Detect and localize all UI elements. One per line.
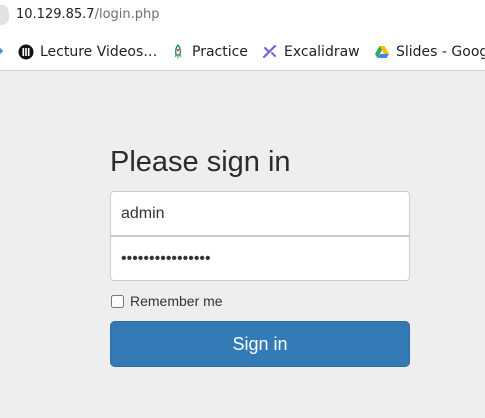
- sign-in-button[interactable]: Sign in: [110, 321, 410, 367]
- url-text[interactable]: 10.129.85.7/login.php: [16, 7, 160, 22]
- password-input[interactable]: [110, 236, 410, 281]
- url-path: /login.php: [94, 7, 160, 22]
- lecture-videos-icon: [18, 44, 34, 60]
- bookmark-excalidraw[interactable]: Excalidraw: [262, 42, 360, 62]
- bookmarks-bar: Lecture Videos… Practice Excalidraw Slid…: [0, 32, 485, 71]
- page-title: Please sign in: [110, 146, 291, 178]
- remember-me-checkbox[interactable]: [111, 294, 124, 308]
- address-bar[interactable]: 10.129.85.7/login.php: [0, 0, 485, 32]
- bookmark-label: Lecture Videos…: [40, 44, 158, 60]
- remember-me-label: Remember me: [130, 293, 223, 309]
- bookmark-slides[interactable]: Slides - Goog: [374, 42, 485, 62]
- excalidraw-icon: [262, 44, 278, 60]
- bookmark-label: Practice: [192, 44, 248, 60]
- username-input[interactable]: [110, 191, 410, 236]
- remember-me-option[interactable]: Remember me: [110, 293, 223, 309]
- google-drive-icon: [374, 44, 390, 60]
- rocket-icon: [170, 44, 186, 60]
- bookmark-overflow-icon[interactable]: [0, 46, 4, 56]
- site-info-icon[interactable]: [0, 5, 9, 25]
- bookmark-lecture-videos[interactable]: Lecture Videos…: [18, 42, 157, 62]
- bookmark-practice[interactable]: Practice: [170, 42, 248, 62]
- bookmark-label: Slides - Goog: [396, 44, 485, 60]
- url-host: 10.129.85.7: [16, 7, 95, 22]
- bookmark-label: Excalidraw: [284, 44, 360, 60]
